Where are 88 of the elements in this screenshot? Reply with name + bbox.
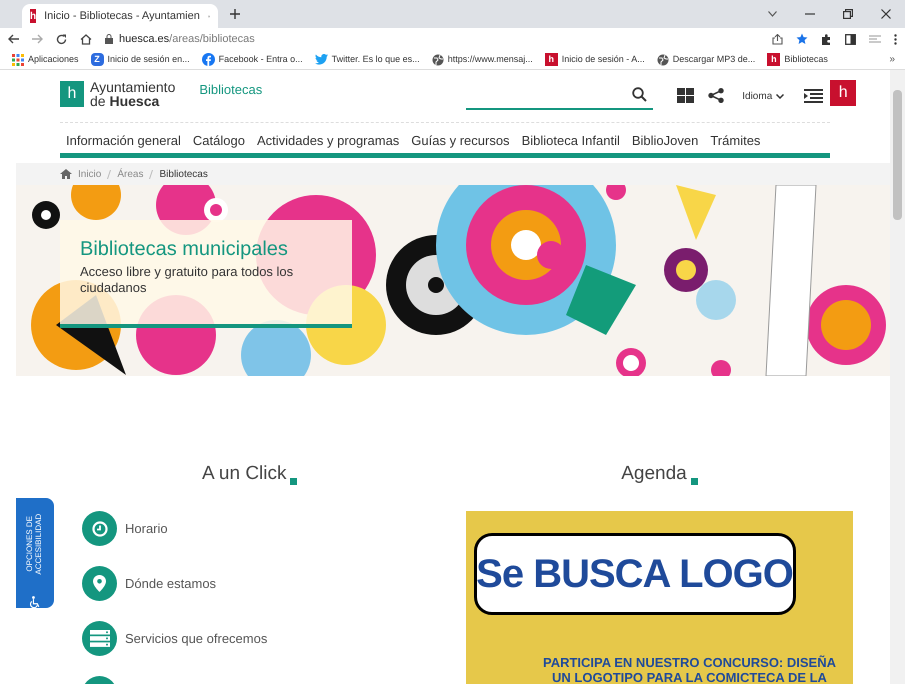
quick-link-label: Dónde estamos	[125, 574, 216, 593]
breadcrumb-separator-icon	[107, 170, 112, 178]
url-text: huesca.es/areas/bibliotecas	[119, 32, 255, 47]
menu-icon[interactable]	[894, 34, 897, 44]
clock-icon	[92, 520, 108, 536]
wheelchair-icon	[28, 596, 42, 608]
favicon-icon: h	[30, 9, 36, 23]
share-icon[interactable]	[772, 34, 783, 44]
logo-line: de Huesca	[90, 94, 160, 108]
chevron-down-icon[interactable]	[768, 11, 777, 17]
accessibility-tab[interactable]: OPCIONES DE ACCESIBILIDAD	[16, 498, 54, 608]
lock-icon	[105, 34, 113, 44]
nav-link[interactable]: Catálogo	[192, 131, 245, 153]
bookmark-label: Inicio de sesión - A...	[562, 52, 645, 66]
home-icon[interactable]	[80, 34, 92, 44]
bookmark-label: Facebook - Entra o...	[218, 52, 303, 66]
bookmark-label: https://www.mensaj...	[448, 52, 533, 66]
quick-link[interactable]: Servicios que ofrecemos	[82, 620, 466, 656]
bookmark[interactable]: https://www.mensaj...	[432, 52, 533, 66]
map-pin-icon	[93, 575, 106, 592]
nav-link[interactable]: Trámites	[710, 131, 760, 153]
new-tab-icon[interactable]	[230, 9, 240, 19]
home-icon[interactable]	[60, 169, 72, 179]
breadcrumb-separator-icon	[149, 170, 154, 178]
globe-icon	[656, 54, 669, 66]
restore-icon[interactable]	[843, 9, 853, 19]
section-heading: Agenda	[621, 462, 687, 486]
heading-square-icon	[690, 478, 698, 484]
nav-link[interactable]: Biblioteca Infantil	[522, 131, 620, 153]
favicon-icon: h	[544, 53, 558, 66]
tab-title: Inicio - Bibliotecas - Ayuntamien	[44, 8, 200, 24]
grid-icon[interactable]	[677, 88, 694, 103]
bookmark-label: Descargar MP3 de...	[672, 52, 756, 66]
nav-link[interactable]: Guías y recursos	[411, 131, 510, 153]
search-icon	[632, 86, 648, 102]
more-bookmarks[interactable]: »	[889, 52, 895, 67]
city-logo-icon[interactable]: h	[830, 80, 856, 106]
breadcrumb-link[interactable]: Bibliotecas	[159, 166, 208, 182]
nav-link[interactable]: Información general	[66, 131, 181, 153]
section-title[interactable]: Bibliotecas	[199, 80, 262, 100]
accessibility-label: OPCIONES DE ACCESIBILIDAD	[25, 512, 44, 576]
chevron-down-icon	[776, 94, 784, 99]
logo-mark-icon: h	[60, 81, 84, 107]
facebook-icon	[202, 53, 215, 66]
bookmark-label: Inicio de sesión en...	[108, 52, 190, 66]
star-icon[interactable]	[796, 33, 808, 45]
logo-line: Ayuntamiento	[90, 80, 176, 94]
address-bar[interactable]: huesca.es/areas/bibliotecas	[105, 30, 759, 48]
bookmark[interactable]: h Inicio de sesión - A...	[544, 52, 645, 66]
quick-link-label: Horario	[125, 520, 168, 538]
back-icon[interactable]	[8, 34, 19, 44]
poster-headline: Se BUSCA LOGO	[476, 550, 793, 598]
nav-link[interactable]: BiblioJoven	[632, 131, 698, 153]
minimize-icon[interactable]	[805, 13, 815, 15]
poster-caption: PARTICIPA EN NUESTRO CONCURSO: DISEÑA UN LOGOTIPO PARA LA COMICTECA DE LA	[542, 654, 837, 684]
bookmark[interactable]: Aplicaciones	[12, 52, 79, 66]
bookmark-label: Aplicaciones	[28, 52, 79, 66]
favicon-icon: Z	[90, 53, 104, 66]
quick-link-label: Servicios que ofrecemos	[125, 630, 268, 648]
bookmark[interactable]: h Bibliotecas	[767, 52, 828, 66]
puzzle-icon[interactable]	[821, 34, 832, 44]
share-icon[interactable]	[708, 88, 724, 103]
hero-title: Bibliotecas municipales	[80, 238, 289, 260]
bookmark[interactable]: Twitter. Es lo que es...	[314, 52, 420, 66]
bookmark[interactable]: Descargar MP3 de...	[656, 52, 756, 66]
bookmark[interactable]: Facebook - Entra o...	[202, 52, 303, 66]
close-icon[interactable]	[881, 9, 891, 19]
bird-icon	[314, 54, 328, 65]
reload-icon[interactable]	[56, 34, 67, 44]
browser-tab[interactable]: h Inicio - Bibliotecas - Ayuntamien	[22, 4, 218, 28]
quick-link[interactable]: Horario	[82, 510, 466, 546]
bookmark[interactable]: Z Inicio de sesión en...	[90, 52, 190, 66]
poster[interactable]: Se BUSCA LOGO PARTICIPA EN NUESTRO CONCURSO: DISEÑA UN LOGOTIPO PARA LA COMICTECA DE LA	[466, 510, 853, 684]
globe-icon	[432, 54, 444, 66]
heading-square-icon	[290, 478, 298, 484]
bookmark-label: Bibliotecas	[784, 52, 828, 66]
bookmark-label: Twitter. Es lo que es...	[332, 52, 420, 66]
apps-grid-icon	[12, 54, 24, 66]
favicon-icon: h	[767, 53, 780, 66]
scrollbar[interactable]	[890, 70, 905, 684]
sidebar-icon[interactable]	[845, 34, 856, 44]
server-icon	[90, 630, 110, 647]
language-selector[interactable]: Idioma	[742, 89, 784, 104]
menu-indent-icon[interactable]	[804, 89, 824, 103]
section-heading: A un Click	[202, 462, 286, 486]
hero-subtitle: Acceso libre y gratuito para todos los ciudadanos	[80, 264, 294, 296]
nav-link[interactable]: Actividades y programas	[256, 131, 400, 153]
quick-link[interactable]: Dónde estamos	[82, 566, 466, 602]
